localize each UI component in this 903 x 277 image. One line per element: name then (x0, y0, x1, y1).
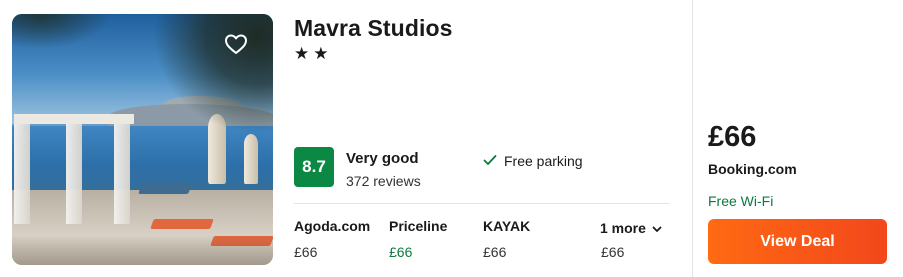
provider-price: £66 (483, 244, 507, 260)
star-rating: ★★ (294, 44, 333, 63)
provider-offer[interactable]: KAYAK £66 (483, 218, 530, 260)
provider-name: Priceline (389, 218, 448, 234)
favorite-button[interactable] (218, 28, 254, 64)
chevron-down-icon (652, 220, 662, 236)
deal-site: Booking.com (708, 161, 797, 177)
review-count[interactable]: 372 reviews (346, 173, 421, 189)
divider (294, 203, 670, 204)
photo-cabana (14, 114, 134, 234)
photo-umbrella (244, 134, 258, 184)
heart-outline-icon (224, 33, 248, 60)
check-icon (483, 153, 497, 169)
hotel-result-card: Mavra Studios ★★ 8.7 Very good 372 revie… (0, 0, 903, 277)
amenity-label: Free parking (504, 153, 583, 169)
rating-label: Very good (346, 150, 419, 167)
more-providers-toggle[interactable]: 1 more (600, 220, 662, 236)
more-providers-label: 1 more (600, 220, 646, 236)
photo-tree (12, 14, 112, 49)
deal-price: £66 (708, 121, 757, 153)
provider-price: £66 (389, 244, 413, 260)
column-divider (692, 0, 693, 277)
deal-perk: Free Wi-Fi (708, 193, 774, 209)
provider-price: £66 (294, 244, 318, 260)
hotel-name[interactable]: Mavra Studios (294, 15, 453, 42)
photo-tree (153, 14, 273, 134)
photo-shade (12, 235, 273, 265)
review-score-badge: 8.7 (294, 147, 334, 187)
view-deal-button[interactable]: View Deal (708, 219, 887, 264)
provider-offer[interactable]: Priceline £66 (389, 218, 447, 260)
more-providers-price: £66 (601, 244, 625, 260)
photo-lounger (138, 184, 192, 194)
photo-lounger (150, 219, 214, 229)
provider-name: KAYAK (483, 218, 531, 234)
provider-offer[interactable]: Agoda.com £66 (294, 218, 370, 260)
amenity-free-parking: Free parking (483, 153, 583, 169)
provider-name: Agoda.com (294, 218, 371, 234)
